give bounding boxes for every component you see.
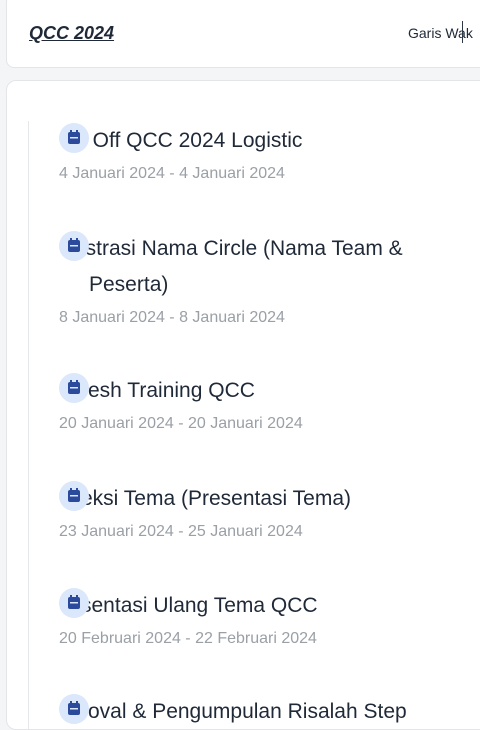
header-card: QCC 2024 Garis Wak — [6, 0, 480, 68]
timeline-item-date: 20 Februari 2024 - 22 Februari 2024 — [59, 630, 317, 647]
timeline-item-title: istrasi Nama Circle (Nama Team & Peserta… — [81, 237, 403, 296]
timeline-item-date: 4 Januari 2024 - 4 Januari 2024 — [59, 165, 285, 182]
calendar-icon — [59, 231, 89, 261]
timeline-line — [28, 121, 29, 729]
timeline-item: eksi Tema (Presentasi Tema) 23 Januari 2… — [59, 481, 479, 542]
garis-waktu-link[interactable]: Garis Wak — [408, 25, 473, 41]
timeline-item: : Off QCC 2024 Logistic 4 Januari 2024 -… — [59, 123, 479, 184]
timeline-item: roval & Pengumpulan Risalah Step — [59, 694, 479, 729]
calendar-icon — [59, 373, 89, 403]
timeline-item-title: : Off QCC 2024 Logistic — [81, 129, 303, 152]
calendar-icon — [59, 694, 89, 724]
timeline-item-title: sentasi Ulang Tema QCC — [81, 594, 318, 617]
calendar-icon — [59, 588, 89, 618]
timeline-item: resh Training QCC 20 Januari 2024 - 20 J… — [59, 373, 479, 434]
timeline-item-title: eksi Tema (Presentasi Tema) — [81, 487, 351, 510]
timeline-item-date: 23 Januari 2024 - 25 Januari 2024 — [59, 523, 303, 540]
timeline-item-title: roval & Pengumpulan Risalah Step — [81, 700, 407, 723]
timeline-item-title: resh Training QCC — [81, 379, 255, 402]
timeline-item-date: 20 Januari 2024 - 20 Januari 2024 — [59, 415, 303, 432]
calendar-icon — [59, 123, 89, 153]
timeline-card: : Off QCC 2024 Logistic 4 Januari 2024 -… — [6, 80, 480, 730]
text-cursor — [462, 21, 463, 43]
timeline-item-date: 8 Januari 2024 - 8 Januari 2024 — [59, 309, 285, 326]
timeline-item: sentasi Ulang Tema QCC 20 Februari 2024 … — [59, 588, 479, 649]
timeline-item: istrasi Nama Circle (Nama Team & Peserta… — [59, 231, 479, 328]
page-title[interactable]: QCC 2024 — [29, 23, 114, 44]
calendar-icon — [59, 481, 89, 511]
